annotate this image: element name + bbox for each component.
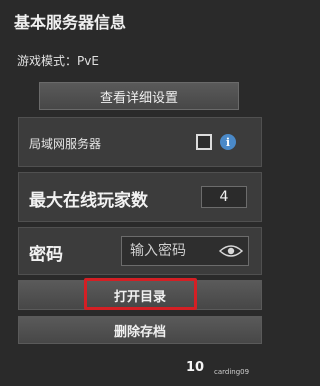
- view-details-button[interactable]: 查看详细设置: [39, 82, 239, 110]
- max-players-input[interactable]: 4: [201, 186, 247, 208]
- max-players-row: 最大在线玩家数 4: [18, 172, 262, 222]
- lan-server-checkbox[interactable]: [196, 134, 212, 150]
- password-label: 密码: [29, 245, 63, 265]
- watermark-logo: 10: [186, 360, 205, 375]
- game-mode-label: 游戏模式：PvE: [17, 54, 99, 68]
- info-icon[interactable]: i: [220, 134, 236, 150]
- watermark-author: carding09: [214, 368, 250, 376]
- panel-title: 基本服务器信息: [14, 13, 127, 32]
- lan-server-row: 局域网服务器 i: [18, 117, 262, 167]
- highlight-box: [84, 278, 197, 310]
- max-players-label: 最大在线玩家数: [29, 191, 148, 211]
- password-input[interactable]: [122, 237, 216, 265]
- password-row: 密码: [18, 227, 262, 275]
- password-field[interactable]: [121, 236, 249, 266]
- lan-server-label: 局域网服务器: [29, 137, 102, 151]
- eye-icon[interactable]: [218, 243, 244, 259]
- delete-save-button[interactable]: 删除存档: [18, 316, 262, 344]
